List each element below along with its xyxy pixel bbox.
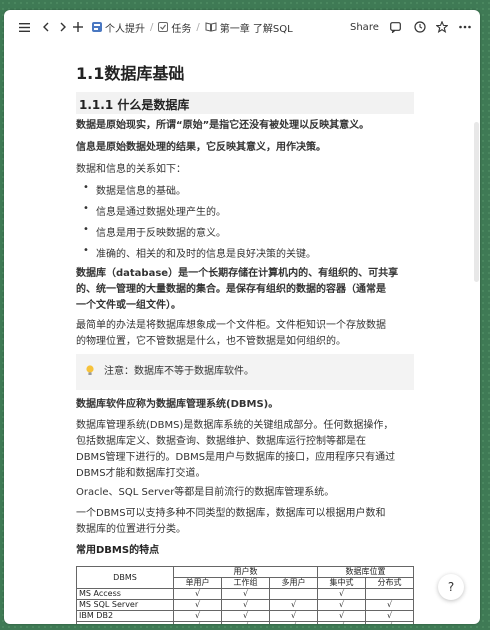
table-header-users: 用户数 <box>173 566 318 578</box>
dbms-heading: 数据库软件应称为数据库管理系统(DBMS)。 <box>76 399 279 410</box>
file-cabinet-text: 最简单的办法是将数据库想象成一个文件柜。文件柜知识一个存放数据 <box>76 320 386 331</box>
list-item: 准确的、相关的和及时的信息是良好决策的关键。 <box>83 245 316 260</box>
table-subheader: 集中式 <box>317 577 366 589</box>
list-item: 信息是用于反映数据的意义。 <box>83 224 226 239</box>
share-button[interactable]: Share <box>350 10 379 44</box>
database-definition-line: 一个文件或一组文件）。 <box>76 300 181 311</box>
info-definition-text: 信息是原始数据处理的结果，它反映其意义，用作决策。 <box>76 142 326 153</box>
breadcrumb-separator: / <box>196 21 200 33</box>
oracle-text: Oracle、SQL Server等都是目前流行的数据库管理系统。 <box>76 487 335 498</box>
callout-text: 注意：数据库不等于数据库软件。 <box>104 366 254 377</box>
table-row: IBM DB2 √ √ √ √ √ <box>76 610 414 622</box>
table-row: MS Access √ √ √ <box>76 588 414 600</box>
more-options-icon[interactable] <box>457 10 473 44</box>
table-subheader: 多用户 <box>269 577 318 589</box>
database-definition-line: 数据库（database）是一个长期存储在计算机内的、有组织的、可共享 <box>76 268 399 279</box>
top-toolbar: 个人提升 / 任务 / 第一章 了解SQL Share <box>4 10 480 44</box>
scrollbar-thumb[interactable] <box>474 122 479 282</box>
table-header-dbms: DBMS <box>76 566 174 589</box>
table-row: √ √ √ √ √ <box>76 621 414 624</box>
back-arrow-icon[interactable] <box>38 10 52 44</box>
help-button[interactable]: ? <box>438 574 464 600</box>
list-item: 数据是信息的基础。 <box>83 182 186 197</box>
table-subheader: 单用户 <box>173 577 222 589</box>
data-definition-text: 数据是原始现实，所谓“原始”是指它还没有被处理以反映其意义。 <box>76 120 370 131</box>
dbms-features-table: DBMS 用户数 数据库位置 单用户 工作组 多用户 集中式 分布式 MS Ac… <box>76 566 414 624</box>
database-definition-line: 的、统一管理的大量数据的集合。是保存有组织的数据的容器（通常是 <box>76 284 386 295</box>
add-icon[interactable] <box>71 10 85 44</box>
app-icon <box>92 22 102 32</box>
history-clock-icon[interactable] <box>412 10 428 44</box>
breadcrumb: 个人提升 / 任务 / 第一章 了解SQL <box>92 10 293 44</box>
dbms-description-line: 数据库管理系统(DBMS)是数据库系统的关键组成部分。任何数据操作， <box>76 420 394 431</box>
checkbox-icon <box>158 22 169 32</box>
table-header-location: 数据库位置 <box>317 566 414 578</box>
file-cabinet-text: 的物理位置，它不管数据是什么，也不管数据是如何组织的。 <box>76 336 346 347</box>
table-row: MS SQL Server √ √ √ √ √ <box>76 599 414 611</box>
table-heading: 常用DBMS的特点 <box>76 545 160 556</box>
comment-icon[interactable] <box>387 10 403 44</box>
table-subheader: 工作组 <box>221 577 270 589</box>
help-question-icon: ? <box>447 580 455 594</box>
favorite-star-icon[interactable] <box>434 10 450 44</box>
list-item: 信息是通过数据处理产生的。 <box>83 203 226 218</box>
breadcrumb-item-chapter[interactable]: 第一章 了解SQL <box>205 20 293 35</box>
classification-text: 一个DBMS可以支持多种不同类型的数据库，数据库可以根据用户数和 <box>76 508 386 519</box>
document-window: 个人提升 / 任务 / 第一章 了解SQL Share 1.1数据库基础 1.1… <box>4 10 480 624</box>
section-heading-block: 1.1.1 什么是数据库 <box>76 92 414 114</box>
dbms-description-line: DBMS才能和数据库打交道。 <box>76 468 206 479</box>
section-title: 1.1.1 什么是数据库 <box>79 98 190 112</box>
relation-intro-text: 数据和信息的关系如下： <box>76 164 186 175</box>
lightbulb-icon <box>86 365 94 375</box>
page-title: 1.1数据库基础 <box>76 64 185 83</box>
forward-arrow-icon[interactable] <box>56 10 70 44</box>
breadcrumb-item-tasks[interactable]: 任务 <box>158 20 191 35</box>
breadcrumb-separator: / <box>150 21 154 33</box>
classification-text: 数据库的位置进行分类。 <box>76 524 186 535</box>
book-icon <box>205 22 217 32</box>
note-callout: 注意：数据库不等于数据库软件。 <box>76 354 414 390</box>
menu-icon[interactable] <box>16 10 32 44</box>
dbms-description-line: DBMS管理下进行的。DBMS是用户与数据库的接口，应用程序只有通过 <box>76 452 396 463</box>
table-subheader: 分布式 <box>365 577 414 589</box>
dbms-description-line: 包括数据库定义、数据查询、数据维护、数据库运行控制等都是在 <box>76 436 366 447</box>
breadcrumb-item-personal[interactable]: 个人提升 <box>92 20 145 35</box>
